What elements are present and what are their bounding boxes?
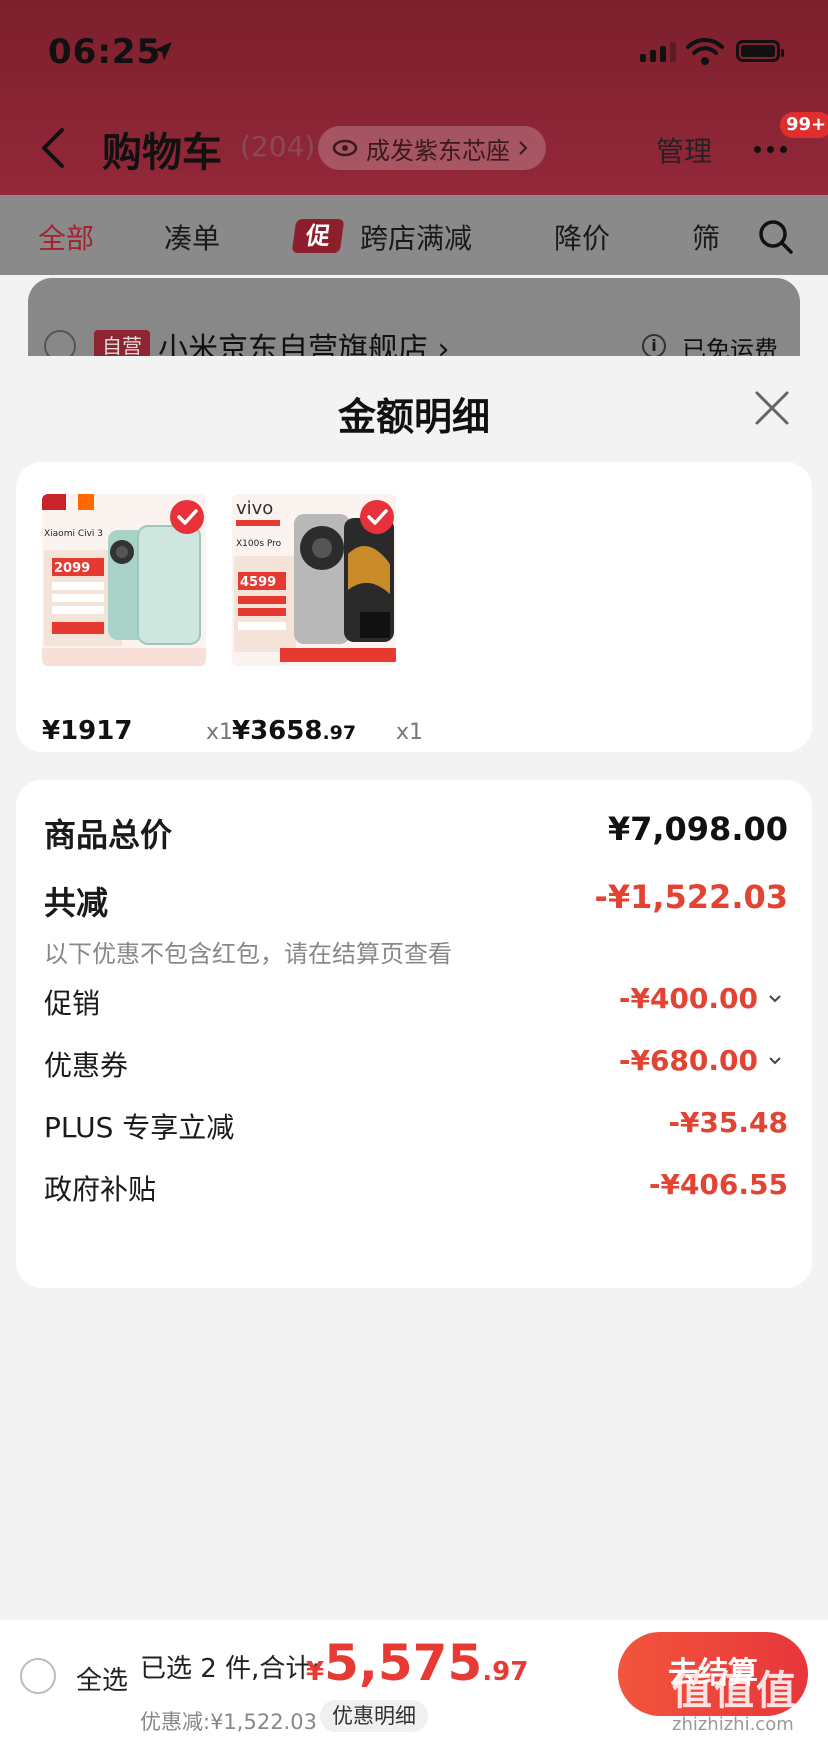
product-item[interactable]: vivo X100s Pro 4599 ¥3658.97 x1 — [232, 494, 423, 746]
cellular-signal-icon — [640, 42, 676, 62]
selected-check-icon — [170, 500, 204, 534]
cart-item-count: (204) — [240, 130, 316, 163]
cart-filter-tabs: 全部 凑单 促 跨店满减 降价 筛 — [0, 195, 828, 275]
tab-price-drop[interactable]: 降价 — [554, 217, 610, 257]
manage-button[interactable]: 管理 — [656, 130, 712, 170]
product-item[interactable]: Xiaomi Civi 3 2099 ¥1917 x1 — [42, 494, 233, 746]
select-all-radio[interactable] — [20, 1658, 56, 1694]
discount-label: 促销 — [44, 987, 101, 1020]
amount-detail-sheet: 金额明细 Xiaomi Civi 3 2099 ¥1917 x1 vivo X1… — [0, 356, 828, 1620]
message-count-badge: 99+ — [780, 112, 828, 138]
discount-detail-button[interactable]: 优惠明细 — [320, 1700, 428, 1732]
discount-value: -¥35.48 — [668, 1106, 788, 1139]
product-image: Xiaomi Civi 3 2099 — [42, 494, 206, 666]
discount-note: 以下优惠不包含红包，请在结算页查看 — [44, 940, 452, 968]
product-brand-text: vivo — [236, 498, 273, 519]
back-arrow-icon[interactable] — [40, 126, 66, 170]
close-icon[interactable] — [754, 390, 790, 426]
search-icon[interactable] — [758, 219, 794, 255]
discount-label: 政府补贴 — [44, 1173, 157, 1206]
total-discount-label: 共减 — [44, 884, 109, 922]
product-quantity: x1 — [396, 720, 424, 745]
price-summary-card: 商品总价 ¥7,098.00 共减 -¥1,522.03 以下优惠不包含红包，请… — [16, 780, 812, 1288]
battery-icon — [736, 40, 784, 62]
discount-label: 优惠券 — [44, 1049, 129, 1082]
more-options-icon[interactable] — [754, 146, 787, 153]
location-arrow-icon — [154, 42, 172, 60]
wifi-icon — [686, 38, 724, 65]
tab-bundle[interactable]: 凑单 — [164, 217, 220, 257]
product-image-price: 2099 — [54, 561, 90, 576]
info-icon[interactable]: i — [642, 334, 666, 358]
status-bar: 06:25 — [0, 0, 828, 100]
goods-total-value: ¥7,098.00 — [607, 810, 788, 848]
saved-amount-text: 优惠减:¥1,522.03 — [140, 1710, 317, 1734]
discount-label: PLUS 专享立减 — [44, 1111, 235, 1144]
page-title: 购物车 — [102, 130, 222, 176]
chevron-down-icon[interactable] — [768, 994, 782, 1004]
product-price: ¥1917 — [42, 716, 133, 746]
tab-all[interactable]: 全部 — [38, 217, 94, 257]
discount-value: -¥400.00 — [618, 982, 758, 1015]
product-image-price: 4599 — [240, 575, 276, 590]
selected-check-icon — [360, 500, 394, 534]
tab-filter[interactable]: 筛 — [692, 217, 720, 257]
delivery-location-text: 成发紫东芯座 — [366, 136, 510, 165]
discount-value: -¥406.55 — [648, 1168, 788, 1201]
cart-nav-bar: 购物车 (204) 成发紫东芯座 管理 99+ — [0, 110, 828, 190]
sheet-title: 金额明细 — [337, 395, 490, 439]
goods-total-label: 商品总价 — [44, 816, 173, 854]
product-quantity: x1 — [206, 720, 234, 745]
chevron-right-icon — [519, 141, 528, 155]
product-model-text: X100s Pro — [236, 539, 282, 549]
discount-value: -¥680.00 — [618, 1044, 758, 1077]
checkout-total: ¥5,575.97 — [306, 1634, 529, 1692]
site-watermark: 值值值 zhizhizhi.com — [672, 1668, 798, 1735]
product-image: vivo X100s Pro 4599 — [232, 494, 396, 666]
eye-icon — [332, 139, 358, 157]
selected-products-card: Xiaomi Civi 3 2099 ¥1917 x1 vivo X100s P… — [16, 462, 812, 752]
promo-tag-icon: 促 — [291, 219, 345, 253]
product-price: ¥3658.97 — [232, 716, 357, 746]
select-all-label[interactable]: 全选 — [76, 1660, 128, 1697]
total-discount-value: -¥1,522.03 — [594, 878, 788, 916]
selected-count-text: 已选 2 件,合计: — [140, 1654, 321, 1684]
chevron-down-icon[interactable] — [768, 1056, 782, 1066]
tab-cross-store-discount[interactable]: 跨店满减 — [360, 217, 472, 257]
delivery-location-selector[interactable]: 成发紫东芯座 — [318, 126, 546, 170]
product-brand-text: Xiaomi Civi 3 — [44, 529, 103, 539]
status-time: 06:25 — [48, 32, 162, 72]
